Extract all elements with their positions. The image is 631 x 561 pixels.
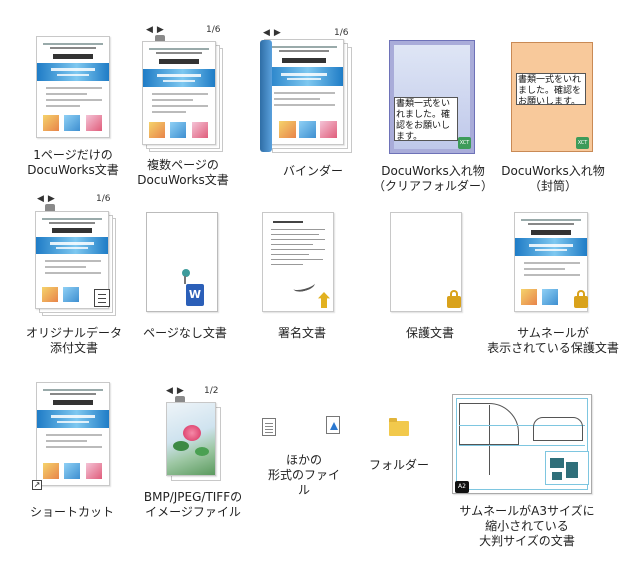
text-file-icon xyxy=(262,418,276,436)
image-thumbnail xyxy=(166,402,216,476)
page-indicator: 1/2 xyxy=(204,386,219,396)
document-thumbnail xyxy=(142,41,216,145)
page-nav[interactable]: ◀▶ xyxy=(166,386,188,396)
item-label: フォルダー xyxy=(368,458,429,472)
item-label: ほかの 形式のファイル xyxy=(267,453,340,497)
item-label: 署名文書 xyxy=(277,326,326,340)
empty-page xyxy=(146,212,218,312)
prev-next-arrows-icon[interactable]: ◀▶ xyxy=(166,386,188,396)
item-label: サムネールがA3サイズに 縮小されている 大判サイズの文書 xyxy=(459,504,595,548)
image-file-icon xyxy=(326,416,340,434)
prev-next-arrows-icon[interactable]: ◀▶ xyxy=(37,194,59,204)
page-nav[interactable]: ◀▶ xyxy=(37,194,59,204)
page-indicator: 1/6 xyxy=(334,28,349,38)
item-label: DocuWorks入れ物 （封筒） xyxy=(501,164,605,193)
flower-image xyxy=(183,425,201,441)
xct-badge-icon: XCT xyxy=(576,137,589,149)
drawing-thumbnail: A2 xyxy=(452,394,592,494)
clear-folder-icon: 書類一式をいれました。確認をお願いします。 XCT xyxy=(389,40,475,154)
page-nav[interactable]: ◀▶ xyxy=(146,25,168,35)
document-thumbnail xyxy=(264,39,344,145)
shortcut-arrow-icon: ↗ xyxy=(32,480,42,490)
folder-icon xyxy=(389,421,409,436)
item-label: ページなし文書 xyxy=(143,326,227,340)
page-nav[interactable]: ◀▶ xyxy=(263,28,285,38)
document-thumbnail xyxy=(36,382,110,486)
prev-next-arrows-icon[interactable]: ◀▶ xyxy=(263,28,285,38)
item-label: サムネールが 表示されている保護文書 xyxy=(487,326,619,355)
page-indicator: 1/6 xyxy=(206,25,221,35)
item-label: ショートカット xyxy=(29,505,114,519)
note-text: 書類一式をいれました。確認をお願いします。 xyxy=(394,97,458,141)
binder-spine xyxy=(260,40,272,152)
item-label: バインダー xyxy=(282,164,343,178)
a2-size-badge: A2 xyxy=(455,481,469,493)
item-label: 複数ページの DocuWorks文書 xyxy=(137,158,229,187)
item-label: DocuWorks入れ物 （クリアフォルダー） xyxy=(372,164,493,193)
xct-badge-icon: XCT xyxy=(458,137,471,149)
word-file-icon: W xyxy=(186,284,204,306)
note-text: 書類一式をいれました。確認をお願いします。 xyxy=(516,73,586,105)
page-indicator: 1/6 xyxy=(96,194,111,204)
envelope-icon: 書類一式をいれました。確認をお願いします。 XCT xyxy=(511,42,593,152)
prev-next-arrows-icon[interactable]: ◀▶ xyxy=(146,25,168,35)
item-label: オリジナルデータ 添付文書 xyxy=(25,326,122,355)
item-label: 1ページだけの DocuWorks文書 xyxy=(27,148,119,177)
item-label: BMP/JPEG/TIFFの イメージファイル xyxy=(143,490,243,519)
attachment-icon xyxy=(94,289,110,307)
signature-stroke xyxy=(292,278,316,294)
item-label: 保護文書 xyxy=(405,326,454,340)
document-thumbnail xyxy=(36,36,110,138)
